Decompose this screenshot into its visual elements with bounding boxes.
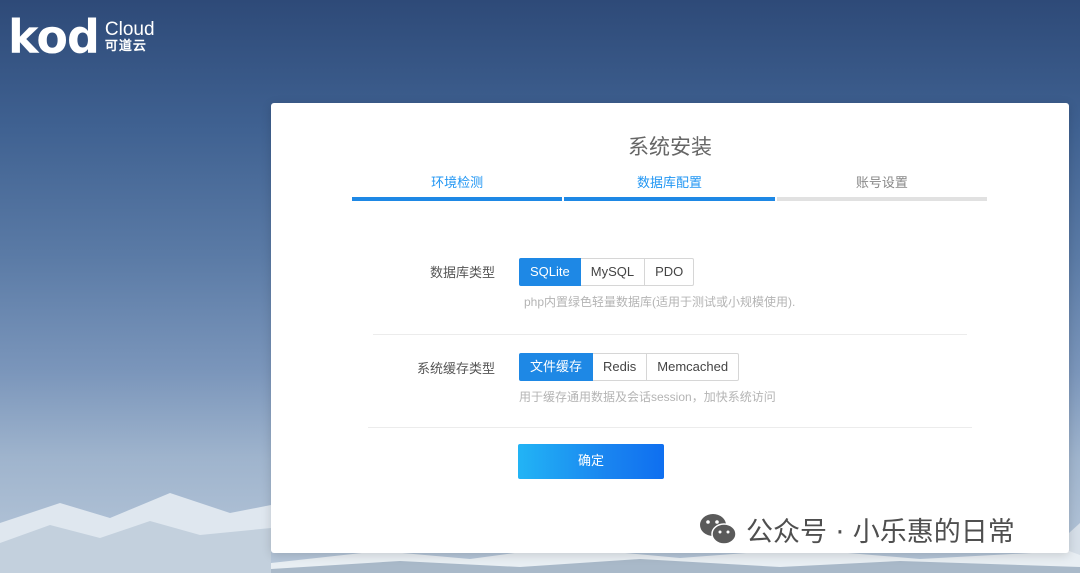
db-type-hint: php内置绿色轻量数据库(适用于测试或小规模使用).	[524, 295, 796, 309]
db-option-mysql[interactable]: MySQL	[580, 258, 646, 286]
cache-type-hint: 用于缓存通用数据及会话session，加快系统访问	[519, 390, 776, 404]
db-option-pdo[interactable]: PDO	[645, 258, 695, 286]
step-db-config: 数据库配置	[563, 175, 775, 201]
cache-option-file[interactable]: 文件缓存	[519, 353, 594, 381]
logo-side: Cloud 可道云	[105, 20, 155, 54]
cache-type-selector: 文件缓存 Redis Memcached	[519, 353, 740, 381]
step-env-check: 环境检测	[351, 175, 563, 201]
db-type-selector: SQLite MySQL PDO	[519, 258, 695, 286]
watermark: 公众号 · 小乐惠的日常	[698, 509, 1015, 549]
page-title: 系统安装	[628, 135, 712, 159]
install-steps: 环境检测 数据库配置 账号设置	[351, 175, 988, 201]
logo-cloud-text: Cloud	[104, 19, 155, 41]
step-label: 数据库配置	[636, 176, 702, 191]
install-panel: 系统安装 环境检测 数据库配置 账号设置 数据库类型 SQLite MySQL …	[271, 103, 1069, 553]
watermark-text: 公众号 · 小乐惠的日常	[746, 516, 1015, 548]
logo-mark: kod	[8, 10, 100, 64]
step-label: 环境检测	[431, 176, 484, 191]
divider	[368, 427, 972, 428]
step-progress-bar	[776, 197, 987, 201]
confirm-button[interactable]: 确定	[518, 444, 664, 479]
db-type-label: 数据库类型	[429, 266, 495, 281]
cache-option-memcached[interactable]: Memcached	[647, 353, 740, 381]
step-progress-bar	[352, 197, 563, 201]
cache-option-redis[interactable]: Redis	[593, 353, 648, 381]
step-label: 账号设置	[855, 176, 908, 191]
cache-type-label: 系统缓存类型	[416, 362, 495, 377]
kod-cloud-logo: kod Cloud 可道云	[8, 14, 155, 60]
step-account-settings: 账号设置	[776, 175, 988, 201]
divider	[373, 334, 967, 335]
logo-cn-text: 可道云	[104, 39, 147, 55]
db-option-sqlite[interactable]: SQLite	[519, 258, 581, 286]
wechat-icon	[700, 514, 737, 545]
step-progress-bar	[564, 197, 775, 201]
